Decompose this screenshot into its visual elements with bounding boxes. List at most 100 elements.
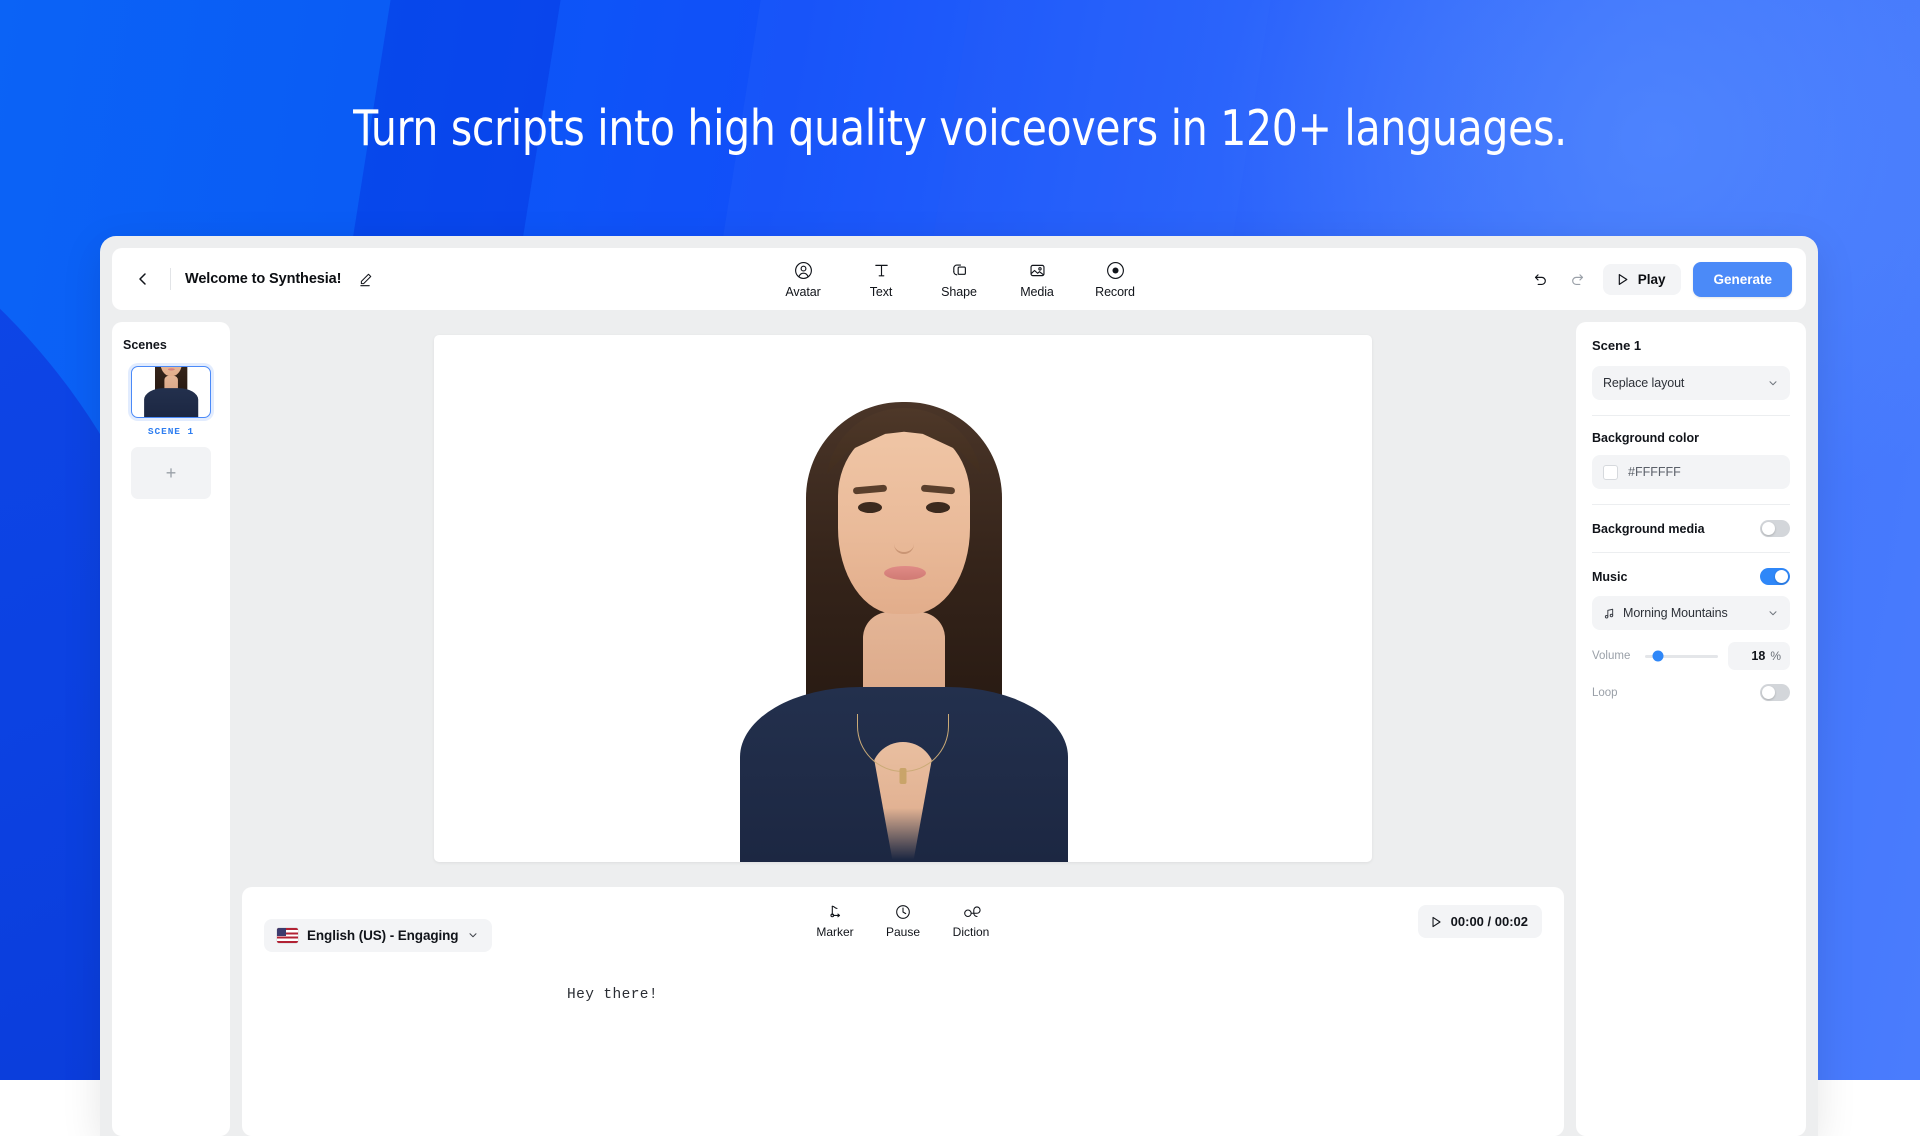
- tool-text[interactable]: Text: [859, 260, 903, 299]
- scenes-title: Scenes: [123, 338, 219, 352]
- scene-thumbnail-1[interactable]: [131, 366, 211, 418]
- inspector-panel: Scene 1 Replace layout Background color …: [1576, 322, 1806, 1136]
- script-tools: Marker Pause: [814, 901, 992, 939]
- background-color-field[interactable]: #FFFFFF: [1592, 455, 1790, 489]
- avatar-render: [688, 362, 1118, 862]
- loop-row: Loop: [1592, 684, 1790, 701]
- canvas-area: [242, 322, 1564, 875]
- stage-column: English (US) - Engaging: [242, 322, 1564, 1136]
- playback-time-indicator[interactable]: 00:00 / 00:02: [1418, 905, 1542, 938]
- scenes-panel: Scenes SCENE 1 +: [112, 322, 230, 1136]
- background-media-toggle[interactable]: [1760, 520, 1790, 537]
- background-color-label: Background color: [1592, 431, 1790, 445]
- play-label: Play: [1638, 272, 1666, 287]
- chevron-left-icon: [135, 271, 151, 287]
- undo-icon: [1531, 270, 1549, 288]
- inspector-scene-title: Scene 1: [1592, 338, 1790, 353]
- script-tool-pause[interactable]: Pause: [882, 901, 924, 939]
- music-label: Music: [1592, 570, 1627, 584]
- script-toolbar: English (US) - Engaging: [242, 887, 1564, 965]
- inspector-divider: [1592, 415, 1790, 416]
- volume-unit: %: [1770, 649, 1781, 663]
- volume-value: 18: [1751, 649, 1765, 663]
- chevron-down-icon: [467, 929, 479, 941]
- us-flag-icon: [277, 928, 298, 943]
- hero-headline: Turn scripts into high quality voiceover…: [67, 100, 1853, 157]
- script-editor-text[interactable]: Hey there!: [567, 987, 658, 1003]
- volume-slider-handle[interactable]: [1653, 651, 1664, 662]
- script-panel: English (US) - Engaging: [242, 887, 1564, 1136]
- replace-layout-value: Replace layout: [1603, 376, 1760, 390]
- tool-media[interactable]: Media: [1015, 260, 1059, 299]
- generate-button[interactable]: Generate: [1693, 262, 1792, 297]
- project-title: Welcome to Synthesia!: [185, 271, 341, 287]
- toolbar-left-group: Welcome to Synthesia!: [130, 266, 375, 292]
- add-scene-button[interactable]: +: [131, 447, 211, 499]
- script-tool-marker-label: Marker: [816, 925, 853, 939]
- undo-button[interactable]: [1527, 266, 1553, 292]
- music-row: Music: [1592, 568, 1790, 585]
- volume-slider[interactable]: [1645, 655, 1718, 658]
- music-track-select[interactable]: Morning Mountains: [1592, 596, 1790, 630]
- chevron-down-icon: [1767, 607, 1779, 619]
- volume-value-field[interactable]: 18 %: [1728, 642, 1790, 670]
- play-icon: [1429, 915, 1443, 929]
- toolbar-divider: [170, 268, 171, 290]
- avatar-eye-left: [858, 502, 882, 513]
- play-icon: [1615, 272, 1630, 287]
- color-swatch[interactable]: [1603, 465, 1618, 480]
- background-color-value: #FFFFFF: [1628, 465, 1681, 479]
- app-window: Welcome to Synthesia! Avatar: [100, 236, 1818, 1136]
- redo-button[interactable]: [1565, 266, 1591, 292]
- tool-text-label: Text: [870, 285, 893, 299]
- language-selector[interactable]: English (US) - Engaging: [264, 919, 492, 952]
- script-tool-pause-label: Pause: [886, 925, 920, 939]
- avatar-icon: [794, 260, 813, 281]
- scene-thumbnail-preview: [136, 366, 207, 417]
- tool-shape-label: Shape: [941, 285, 977, 299]
- music-toggle[interactable]: [1760, 568, 1790, 585]
- tool-shape[interactable]: Shape: [937, 260, 981, 299]
- toolbar-tools: Avatar Text Shape: [781, 248, 1137, 310]
- inspector-divider: [1592, 552, 1790, 553]
- music-note-icon: [1603, 607, 1616, 620]
- music-track-value: Morning Mountains: [1623, 606, 1760, 620]
- playback-time-text: 00:00 / 00:02: [1451, 914, 1528, 929]
- avatar-necklace-pendant: [900, 768, 907, 784]
- diction-icon: [961, 901, 981, 922]
- edit-title-button[interactable]: [355, 269, 375, 289]
- toolbar-right-group: Play Generate: [1527, 262, 1792, 297]
- script-tool-marker[interactable]: Marker: [814, 901, 856, 939]
- pencil-icon: [358, 272, 373, 287]
- editor-body: Scenes SCENE 1 +: [112, 322, 1806, 1136]
- play-button[interactable]: Play: [1603, 264, 1682, 295]
- scene-label-1: SCENE 1: [123, 426, 219, 437]
- marker-icon: [826, 901, 844, 922]
- volume-row: Volume 18 %: [1592, 642, 1790, 670]
- avatar-mouth: [884, 566, 926, 580]
- language-label: English (US) - Engaging: [307, 928, 458, 943]
- tool-avatar-label: Avatar: [785, 285, 820, 299]
- clock-icon: [894, 901, 912, 922]
- text-icon: [872, 260, 891, 281]
- tool-record[interactable]: Record: [1093, 260, 1137, 299]
- tool-avatar[interactable]: Avatar: [781, 260, 825, 299]
- redo-icon: [1569, 270, 1587, 288]
- tool-record-label: Record: [1095, 285, 1135, 299]
- record-icon: [1106, 260, 1125, 281]
- avatar-eye-right: [926, 502, 950, 513]
- background-media-row: Background media: [1592, 520, 1790, 537]
- loop-toggle[interactable]: [1760, 684, 1790, 701]
- script-tool-diction-label: Diction: [953, 925, 990, 939]
- scene-canvas[interactable]: [434, 335, 1372, 862]
- script-tool-diction[interactable]: Diction: [950, 901, 992, 939]
- background-media-label: Background media: [1592, 522, 1705, 536]
- avatar-face: [838, 424, 970, 614]
- avatar-nose: [894, 524, 914, 554]
- chevron-down-icon: [1767, 377, 1779, 389]
- media-icon: [1028, 260, 1047, 281]
- replace-layout-select[interactable]: Replace layout: [1592, 366, 1790, 400]
- back-button[interactable]: [130, 266, 156, 292]
- toolbar: Welcome to Synthesia! Avatar: [112, 248, 1806, 310]
- volume-label: Volume: [1592, 650, 1635, 662]
